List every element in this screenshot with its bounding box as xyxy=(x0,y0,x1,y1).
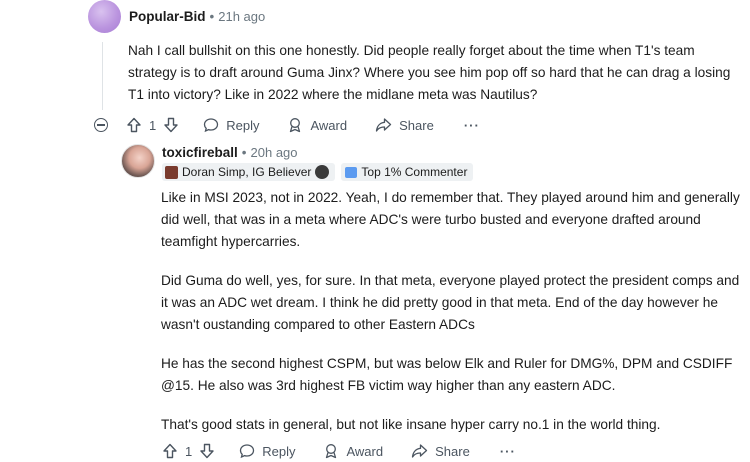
vote-count: 1 xyxy=(149,117,157,133)
comment-header: toxicfireball • 20h ago xyxy=(162,145,298,160)
meta-separator: • xyxy=(209,9,215,24)
comment-bubble-icon xyxy=(239,443,255,459)
vote-group: 1 xyxy=(162,443,215,459)
upvote-icon[interactable] xyxy=(126,117,142,133)
more-options-button[interactable]: ··· xyxy=(500,444,516,459)
share-label: Share xyxy=(435,443,470,459)
share-button[interactable]: Share xyxy=(411,443,470,459)
timestamp[interactable]: 20h ago xyxy=(251,145,298,160)
award-label: Award xyxy=(346,443,384,459)
flair-emblem-icon xyxy=(165,165,178,179)
downvote-icon[interactable] xyxy=(199,443,215,459)
username[interactable]: toxicfireball xyxy=(162,145,238,160)
avatar[interactable] xyxy=(121,144,155,178)
user-flair-row: Doran Simp, IG Believer Top 1% Commenter xyxy=(162,163,474,181)
award-button[interactable]: Award xyxy=(323,443,383,459)
share-button[interactable]: Share xyxy=(375,117,434,133)
downvote-icon[interactable] xyxy=(163,117,179,133)
flair-team-icon xyxy=(315,165,330,179)
vote-group: 1 xyxy=(126,117,179,133)
award-label: Award xyxy=(310,117,348,133)
share-label: Share xyxy=(399,117,434,133)
avatar[interactable] xyxy=(88,0,121,33)
user-flair: Doran Simp, IG Believer xyxy=(162,163,336,181)
vote-count: 1 xyxy=(185,443,193,459)
reply-button[interactable]: Reply xyxy=(203,117,259,133)
flair-text: Doran Simp, IG Believer xyxy=(182,165,312,179)
comment-paragraph: That's good stats in general, but not li… xyxy=(161,417,661,432)
more-options-button[interactable]: ··· xyxy=(464,118,480,133)
comment-body: Like in MSI 2023, not in 2022. Yeah, I d… xyxy=(161,187,746,453)
comment-body: Nah I call bullshit on this one honestly… xyxy=(128,40,738,106)
top-commenter-label: Top 1% Commenter xyxy=(361,165,468,179)
reply-label: Reply xyxy=(226,117,260,133)
comment-paragraph: Like in MSI 2023, not in 2022. Yeah, I d… xyxy=(161,190,740,249)
share-icon xyxy=(411,443,428,459)
award-button[interactable]: Award xyxy=(287,117,347,133)
comment-actions: 1 Reply Award Share ··· xyxy=(94,117,480,133)
thread-line[interactable] xyxy=(102,42,103,110)
top-commenter-badge[interactable]: Top 1% Commenter xyxy=(341,163,474,181)
comment-paragraph: Did Guma do well, yes, for sure. In that… xyxy=(161,273,740,332)
timestamp[interactable]: 21h ago xyxy=(218,9,265,24)
comment-actions: 1 Reply Award Share ··· xyxy=(162,443,516,459)
collapse-thread-icon[interactable] xyxy=(94,118,108,132)
share-icon xyxy=(375,117,392,133)
reply-button[interactable]: Reply xyxy=(239,443,295,459)
upvote-icon[interactable] xyxy=(162,443,178,459)
comment-bubble-icon xyxy=(203,117,219,133)
comment-paragraph: He has the second highest CSPM, but was … xyxy=(161,356,733,393)
comment-text: Nah I call bullshit on this one honestly… xyxy=(128,43,731,102)
top-commenter-icon xyxy=(345,166,358,178)
meta-separator: • xyxy=(241,145,247,160)
username[interactable]: Popular-Bid xyxy=(129,9,206,24)
award-icon xyxy=(323,443,339,459)
comment-header: Popular-Bid • 21h ago xyxy=(129,9,265,24)
reply-label: Reply xyxy=(262,443,296,459)
award-icon xyxy=(287,117,303,133)
